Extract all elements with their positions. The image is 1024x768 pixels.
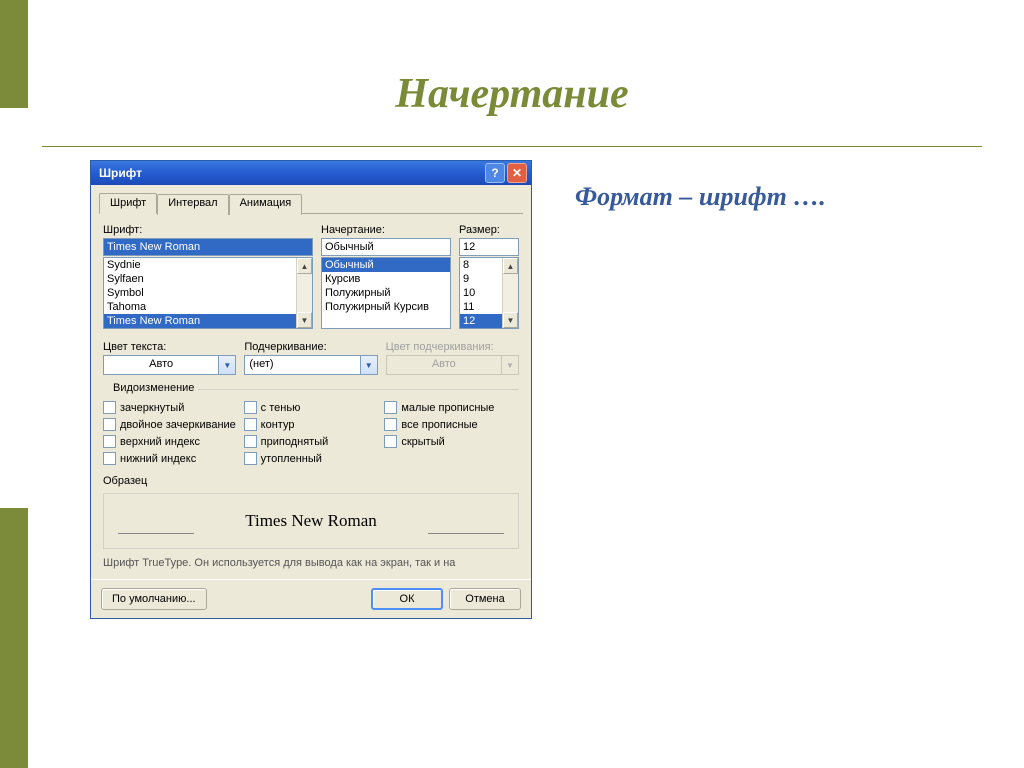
effects-label: Видоизменение bbox=[109, 382, 198, 394]
list-item[interactable]: 9 bbox=[460, 272, 502, 286]
size-listbox[interactable]: 8 9 10 11 12 ▲ ▼ bbox=[459, 257, 519, 329]
slide-title: Начертание bbox=[0, 70, 1024, 118]
list-item[interactable]: 12 bbox=[460, 314, 502, 328]
size-input[interactable] bbox=[459, 238, 519, 256]
size-label: Размер: bbox=[459, 224, 519, 236]
sample-label: Образец bbox=[103, 475, 519, 487]
chk-allcaps[interactable]: все прописные bbox=[384, 418, 519, 431]
chk-subscript[interactable]: нижний индекс bbox=[103, 452, 238, 465]
underline-color-dropdown: Авто ▼ bbox=[386, 355, 519, 375]
tab-font[interactable]: Шрифт bbox=[99, 193, 157, 214]
truetype-hint: Шрифт TrueType. Он используется для выво… bbox=[103, 557, 519, 569]
chk-strikethrough[interactable]: зачеркнутый bbox=[103, 401, 238, 414]
chk-double-strike[interactable]: двойное зачеркивание bbox=[103, 418, 238, 431]
font-input[interactable] bbox=[103, 238, 313, 256]
sample-group: Образец Times New Roman bbox=[103, 475, 519, 549]
underline-label: Подчеркивание: bbox=[244, 341, 377, 353]
sample-box: Times New Roman bbox=[103, 493, 519, 549]
text-color-label: Цвет текста: bbox=[103, 341, 236, 353]
chk-engrave[interactable]: утопленный bbox=[244, 452, 379, 465]
font-listbox[interactable]: Sydnie Sylfaen Symbol Tahoma Times New R… bbox=[103, 257, 313, 329]
text-color-value: Авто bbox=[103, 355, 219, 375]
titlebar[interactable]: Шрифт ? ✕ bbox=[91, 161, 531, 185]
underline-color-value: Авто bbox=[386, 355, 502, 375]
chk-shadow[interactable]: с тенью bbox=[244, 401, 379, 414]
effects-group: Видоизменение зачеркнутый двойное зачерк… bbox=[103, 389, 519, 465]
scrollbar[interactable]: ▲ ▼ bbox=[502, 258, 518, 328]
list-item[interactable]: Курсив bbox=[322, 272, 450, 286]
close-button[interactable]: ✕ bbox=[507, 163, 527, 183]
style-label: Начертание: bbox=[321, 224, 451, 236]
chevron-down-icon: ▼ bbox=[502, 355, 519, 375]
list-item[interactable]: Полужирный Курсив bbox=[322, 300, 450, 314]
tab-interval[interactable]: Интервал bbox=[157, 194, 228, 215]
list-item[interactable]: 10 bbox=[460, 286, 502, 300]
chk-emboss[interactable]: приподнятый bbox=[244, 435, 379, 448]
scroll-down-icon[interactable]: ▼ bbox=[503, 312, 518, 328]
help-button[interactable]: ? bbox=[485, 163, 505, 183]
scrollbar[interactable]: ▲ ▼ bbox=[296, 258, 312, 328]
chevron-down-icon[interactable]: ▼ bbox=[219, 355, 236, 375]
list-item[interactable]: Times New Roman bbox=[104, 314, 296, 328]
tabs: Шрифт Интервал Анимация bbox=[99, 193, 523, 214]
sample-text: Times New Roman bbox=[237, 511, 385, 531]
font-label: Шрифт: bbox=[103, 224, 313, 236]
chk-superscript[interactable]: верхний индекс bbox=[103, 435, 238, 448]
chk-hidden[interactable]: скрытый bbox=[384, 435, 519, 448]
dialog-footer: По умолчанию... ОК Отмена bbox=[91, 579, 531, 618]
underline-value: (нет) bbox=[244, 355, 360, 375]
chevron-down-icon[interactable]: ▼ bbox=[361, 355, 378, 375]
slide-caption: Формат – шрифт …. bbox=[575, 182, 826, 212]
ok-button[interactable]: ОК bbox=[371, 588, 443, 610]
dialog-title: Шрифт bbox=[95, 166, 483, 180]
list-item[interactable]: Tahoma bbox=[104, 300, 296, 314]
list-item[interactable]: 11 bbox=[460, 300, 502, 314]
list-item[interactable]: Обычный bbox=[322, 258, 450, 272]
cancel-button[interactable]: Отмена bbox=[449, 588, 521, 610]
font-dialog: Шрифт ? ✕ Шрифт Интервал Анимация Шрифт:… bbox=[90, 160, 532, 619]
scroll-up-icon[interactable]: ▲ bbox=[503, 258, 518, 274]
tab-animation[interactable]: Анимация bbox=[229, 194, 303, 215]
question-icon: ? bbox=[491, 166, 498, 180]
chk-outline[interactable]: контур bbox=[244, 418, 379, 431]
list-item[interactable]: Sylfaen bbox=[104, 272, 296, 286]
underline-color-label: Цвет подчеркивания: bbox=[386, 341, 519, 353]
close-icon: ✕ bbox=[512, 166, 522, 180]
list-item[interactable]: 8 bbox=[460, 258, 502, 272]
list-item[interactable]: Symbol bbox=[104, 286, 296, 300]
style-input[interactable] bbox=[321, 238, 451, 256]
style-listbox[interactable]: Обычный Курсив Полужирный Полужирный Кур… bbox=[321, 257, 451, 329]
underline-dropdown[interactable]: (нет) ▼ bbox=[244, 355, 377, 375]
text-color-dropdown[interactable]: Авто ▼ bbox=[103, 355, 236, 375]
slide-accent-bottom bbox=[0, 508, 28, 768]
default-button[interactable]: По умолчанию... bbox=[101, 588, 207, 610]
list-item[interactable]: Sydnie bbox=[104, 258, 296, 272]
chk-smallcaps[interactable]: малые прописные bbox=[384, 401, 519, 414]
scroll-up-icon[interactable]: ▲ bbox=[297, 258, 312, 274]
title-divider bbox=[42, 146, 982, 147]
list-item[interactable]: Полужирный bbox=[322, 286, 450, 300]
scroll-down-icon[interactable]: ▼ bbox=[297, 312, 312, 328]
